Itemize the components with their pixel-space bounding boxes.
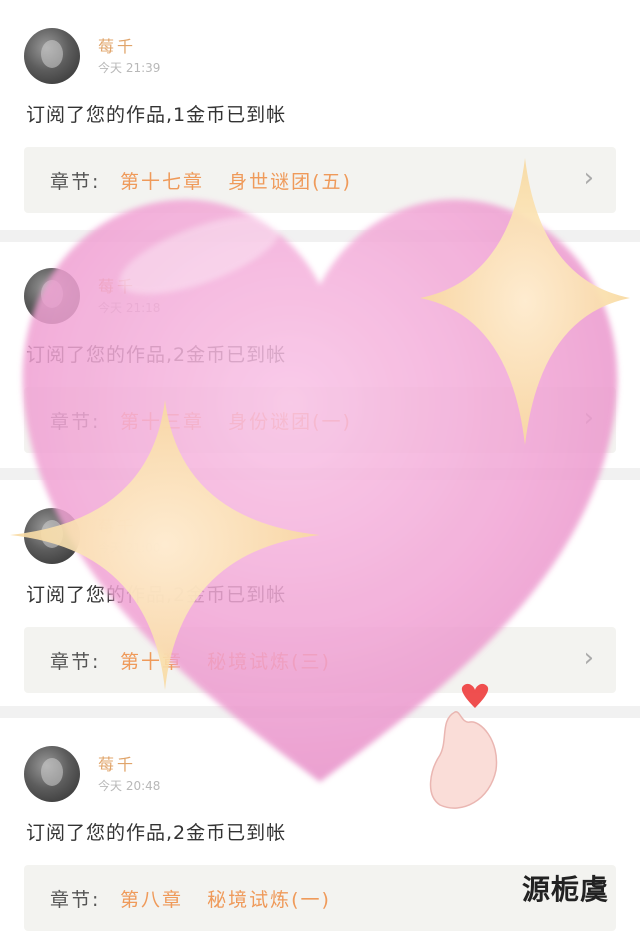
watermark: 源栀虞 bbox=[522, 873, 610, 906]
chapter-title: 第十七章 身世谜团(五) bbox=[120, 171, 352, 193]
timestamp: 今天 21:18 bbox=[98, 301, 161, 315]
chapter-card[interactable]: 章节: 第十三章 身份谜团(一) › bbox=[24, 387, 616, 453]
chapter-title: 第八章 秘境试炼(一) bbox=[120, 889, 331, 911]
chapter-label: 章节: bbox=[50, 889, 101, 911]
avatar-face bbox=[41, 758, 63, 786]
avatar-face bbox=[41, 40, 63, 68]
divider bbox=[0, 468, 640, 480]
avatar[interactable] bbox=[24, 508, 80, 564]
message-text: 订阅了您的作品,1金币已到帐 bbox=[26, 104, 287, 126]
notification-page: 莓千 今天 21:39 订阅了您的作品,1金币已到帐 章节: 第十七章 身世谜团… bbox=[0, 0, 640, 942]
notification-item: 莓千 今天 20:48 订阅了您的作品,2金币已到帐 章节: 第八章 秘境试炼(… bbox=[0, 718, 640, 943]
message-text: 订阅了您的作品,2金币已到帐 bbox=[26, 822, 287, 844]
user-name[interactable]: 莓千 bbox=[98, 33, 136, 57]
timestamp: 今天 21:00 bbox=[98, 541, 161, 555]
avatar-face bbox=[41, 520, 63, 548]
notification-item: 莓千 今天 21:00 订阅了您的作品,2金币已到帐 章节: 第十章 秘境试炼(… bbox=[0, 480, 640, 705]
chevron-right-icon: › bbox=[583, 163, 594, 193]
timestamp: 今天 21:39 bbox=[98, 61, 161, 75]
chapter-label: 章节: bbox=[50, 171, 101, 193]
avatar-face bbox=[41, 280, 63, 308]
avatar[interactable] bbox=[24, 268, 80, 324]
timestamp: 今天 20:48 bbox=[98, 779, 161, 793]
chevron-right-icon: › bbox=[583, 403, 594, 433]
notification-item: 莓千 今天 21:39 订阅了您的作品,1金币已到帐 章节: 第十七章 身世谜团… bbox=[0, 0, 640, 225]
chapter-label: 章节: bbox=[50, 651, 101, 673]
user-name[interactable]: 莓千 bbox=[98, 751, 136, 775]
chapter-card[interactable]: 章节: 第十七章 身世谜团(五) › bbox=[24, 147, 616, 213]
avatar[interactable] bbox=[24, 28, 80, 84]
chapter-title: 第十章 秘境试炼(三) bbox=[120, 651, 331, 673]
user-name[interactable]: 莓千 bbox=[98, 513, 136, 537]
user-name[interactable]: 莓千 bbox=[98, 273, 136, 297]
message-text: 订阅了您的作品,2金币已到帐 bbox=[26, 344, 287, 366]
message-text: 订阅了您的作品,2金币已到帐 bbox=[26, 584, 287, 606]
chapter-card[interactable]: 章节: 第十章 秘境试炼(三) › bbox=[24, 627, 616, 693]
avatar[interactable] bbox=[24, 746, 80, 802]
divider bbox=[0, 706, 640, 718]
chevron-right-icon: › bbox=[583, 643, 594, 673]
chapter-title: 第十三章 身份谜团(一) bbox=[120, 411, 352, 433]
notification-item: 莓千 今天 21:18 订阅了您的作品,2金币已到帐 章节: 第十三章 身份谜团… bbox=[0, 240, 640, 465]
chapter-label: 章节: bbox=[50, 411, 101, 433]
